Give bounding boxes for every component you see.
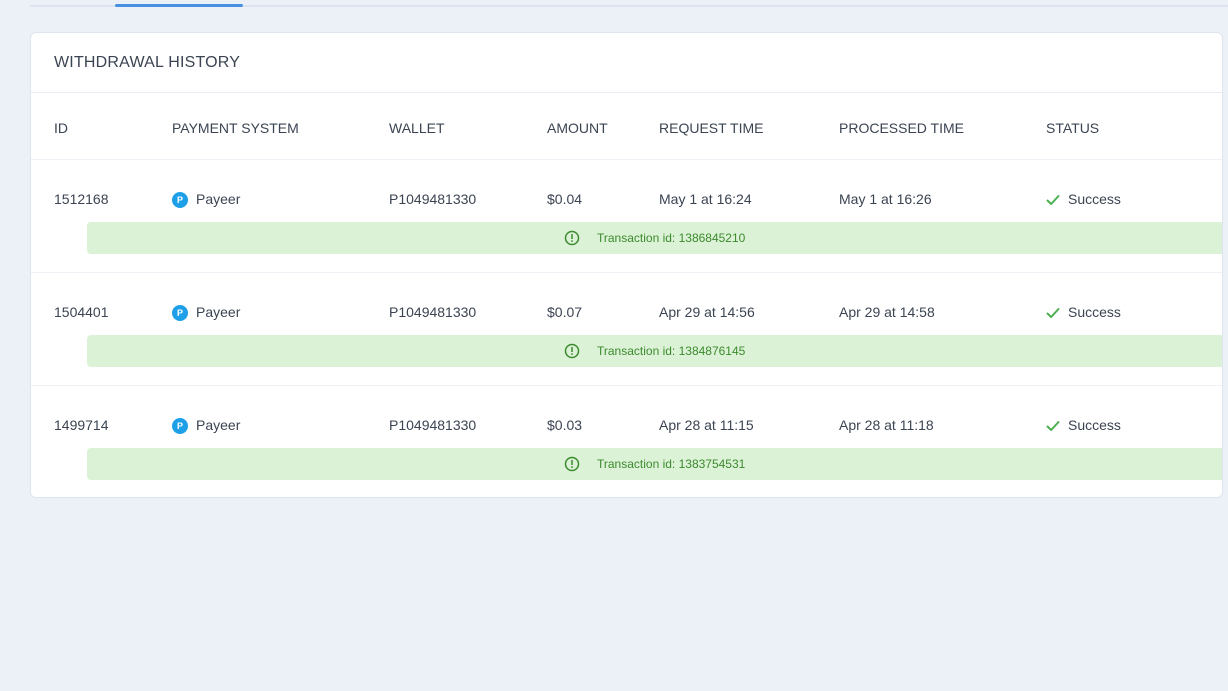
row-processed-time: May 1 at 16:26 (839, 191, 932, 207)
row-request-time: May 1 at 16:24 (659, 191, 752, 207)
table-row: 1504401 P Payeer P1049481330 $0.07 Apr 2… (31, 273, 1222, 386)
column-header-id: ID (54, 120, 68, 136)
row-id: 1512168 (54, 191, 109, 207)
column-header-processed-time: PROCESSED TIME (839, 120, 964, 136)
row-amount: $0.04 (547, 191, 583, 207)
info-circle-icon (564, 343, 580, 359)
row-amount: $0.07 (547, 304, 583, 320)
withdrawal-history-card: WITHDRAWAL HISTORY ID PAYMENT SYSTEM WAL… (30, 32, 1223, 498)
table-header: ID PAYMENT SYSTEM WALLET AMOUNT REQUEST … (31, 93, 1222, 160)
payment-system-label: Payeer (196, 304, 241, 320)
row-processed-time: Apr 28 at 11:18 (839, 417, 934, 433)
payeer-icon: P (172, 418, 188, 434)
column-header-amount: AMOUNT (547, 120, 608, 136)
row-id: 1504401 (54, 304, 109, 320)
transaction-id: Transaction id: 1386845210 (597, 231, 746, 245)
payment-system-label: Payeer (196, 417, 241, 433)
row-id: 1499714 (54, 417, 109, 433)
transaction-id: Transaction id: 1384876145 (597, 344, 746, 358)
table-row: 1512168 P Payeer P1049481330 $0.04 May 1… (31, 160, 1222, 273)
transaction-bar: Transaction id: 1383754531 (87, 448, 1222, 480)
row-wallet: P1049481330 (389, 304, 477, 320)
check-icon (1046, 421, 1060, 431)
info-circle-icon (564, 456, 580, 472)
info-circle-icon (564, 230, 580, 246)
transaction-bar: Transaction id: 1384876145 (87, 335, 1222, 367)
row-amount: $0.03 (547, 417, 583, 433)
row-processed-time: Apr 29 at 14:58 (839, 304, 935, 320)
transaction-id: Transaction id: 1383754531 (597, 457, 746, 471)
column-header-request-time: REQUEST TIME (659, 120, 764, 136)
check-icon (1046, 195, 1060, 205)
card-header: WITHDRAWAL HISTORY (31, 33, 1222, 93)
column-header-payment-system: PAYMENT SYSTEM (172, 120, 299, 136)
payeer-icon: P (172, 192, 188, 208)
card-title: WITHDRAWAL HISTORY (54, 54, 241, 71)
status-label: Success (1068, 417, 1121, 433)
active-tab-indicator (115, 4, 243, 7)
status-label: Success (1068, 304, 1121, 320)
table-row: 1499714 P Payeer P1049481330 $0.03 Apr 2… (31, 386, 1222, 497)
row-request-time: Apr 28 at 11:15 (659, 417, 754, 433)
payment-system-label: Payeer (196, 191, 241, 207)
row-wallet: P1049481330 (389, 417, 477, 433)
transaction-bar: Transaction id: 1386845210 (87, 222, 1222, 254)
column-header-wallet: WALLET (389, 120, 445, 136)
payeer-icon: P (172, 305, 188, 321)
row-wallet: P1049481330 (389, 191, 477, 207)
row-request-time: Apr 29 at 14:56 (659, 304, 755, 320)
column-header-status: STATUS (1046, 120, 1100, 136)
check-icon (1046, 308, 1060, 318)
status-label: Success (1068, 191, 1121, 207)
